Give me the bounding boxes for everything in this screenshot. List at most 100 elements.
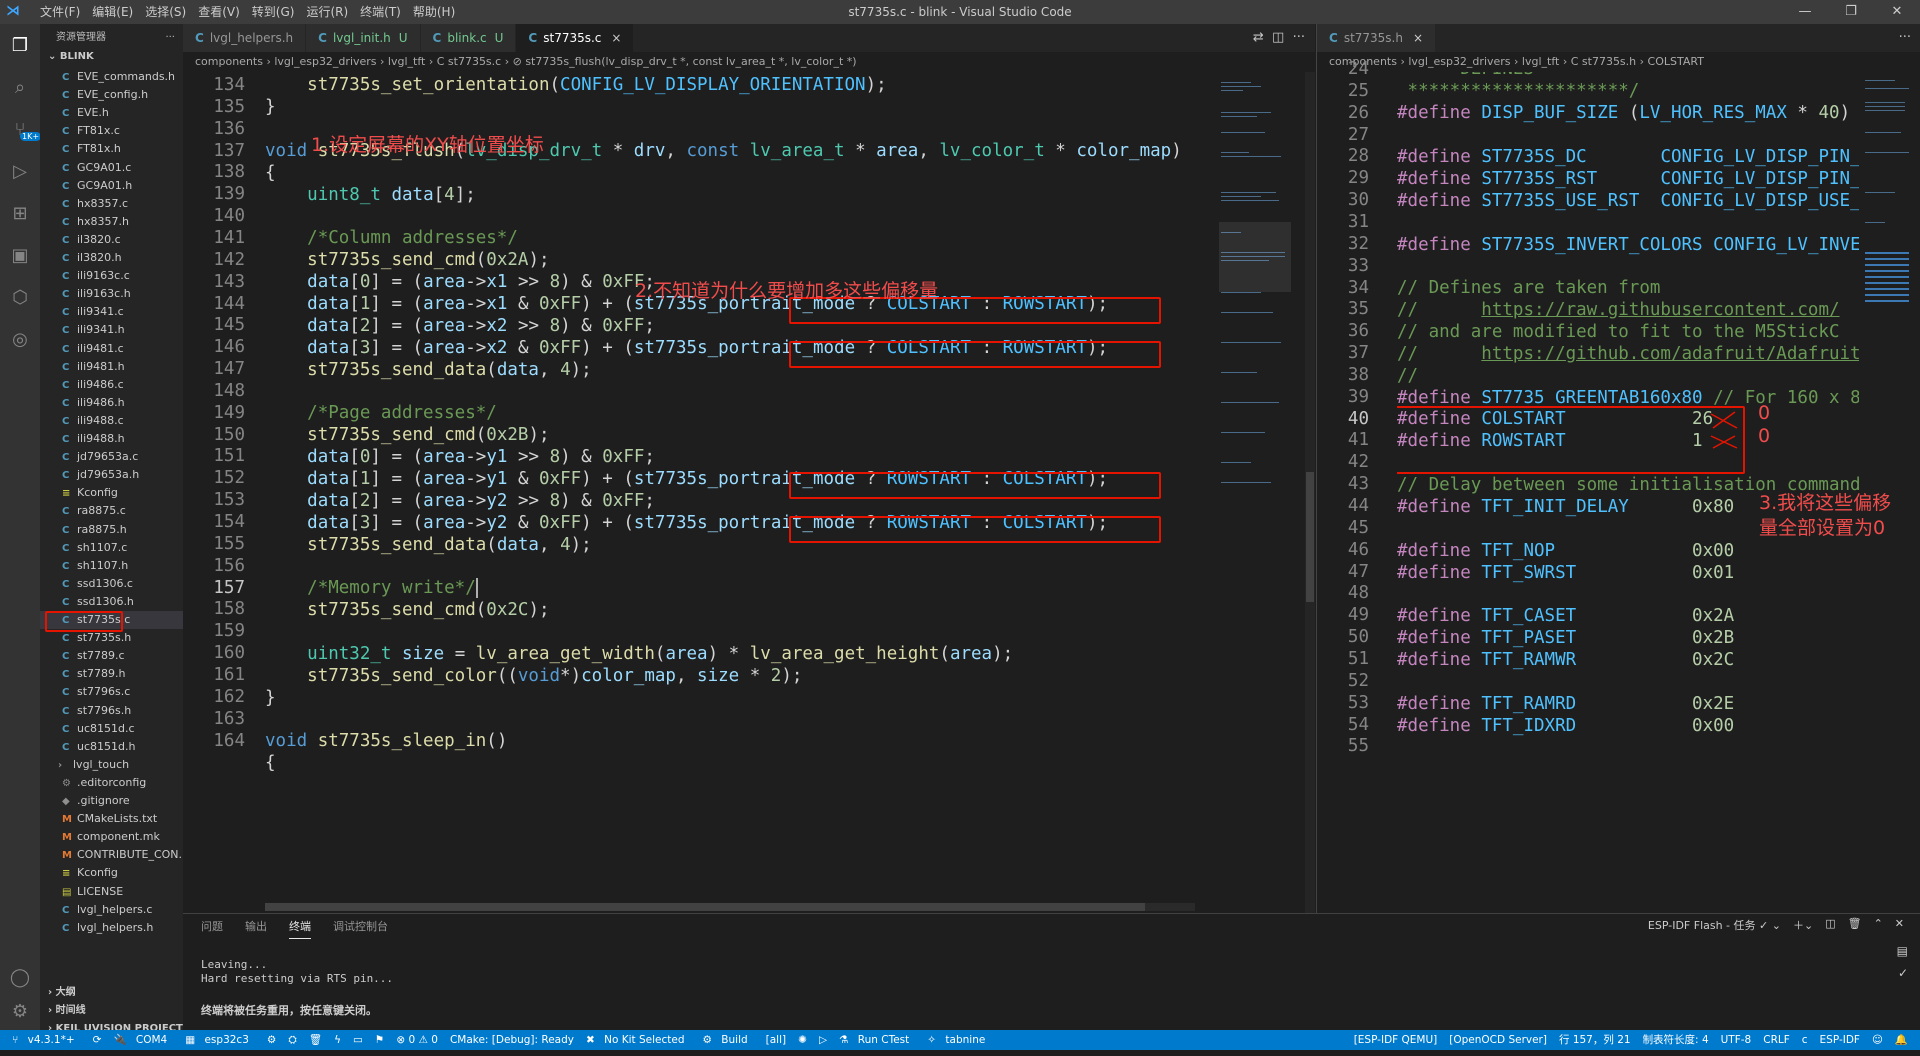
menu-edit[interactable]: 编辑(E) — [86, 0, 139, 24]
sync-icon[interactable]: ⟳ — [93, 1030, 102, 1050]
more-actions-icon[interactable]: ··· — [1899, 30, 1911, 45]
file-item[interactable]: C EVE_commands.h — [40, 68, 205, 86]
open-changes-icon[interactable]: ⇄ — [1253, 30, 1264, 45]
tab-debug-console[interactable]: 调试控制台 — [333, 918, 388, 939]
maximize-panel-icon[interactable]: ⌃ — [1874, 917, 1883, 933]
file-item[interactable]: C GC9A01.h — [40, 177, 205, 195]
file-item[interactable]: Cili9163c.c — [40, 267, 205, 285]
split-terminal-icon[interactable]: ◫ — [1825, 917, 1835, 933]
kit-item[interactable]: ✖ No Kit Selected — [586, 1030, 691, 1050]
file-item[interactable]: Cjd79653a.h — [40, 466, 205, 484]
terminal-select[interactable]: ESP-IDF Flash - 任务 ✓ ⌄ — [1648, 917, 1781, 933]
qemu-item[interactable]: [ESP-IDF QEMU] — [1354, 1030, 1438, 1050]
tab-terminal[interactable]: 终端 — [289, 918, 311, 939]
more-actions-icon[interactable]: ··· — [1293, 30, 1305, 45]
git-branch-item[interactable]: ⑂ v4.3.1*+ — [12, 1030, 81, 1050]
workspace-root[interactable]: ⌄ BLINK — [40, 48, 183, 66]
file-item[interactable]: Mcomponent.mk — [40, 828, 205, 846]
build-target-item[interactable]: [all] — [766, 1030, 786, 1050]
file-item[interactable]: Cuc8151d.h — [40, 738, 205, 756]
file-item[interactable]: Cili9488.c — [40, 412, 205, 430]
close-panel-icon[interactable]: ✕ — [1895, 917, 1904, 933]
scrollbar-thumb[interactable] — [265, 903, 1145, 911]
file-item[interactable]: Cst7789.h — [40, 665, 205, 683]
minimap[interactable] — [1219, 72, 1291, 502]
file-item[interactable]: ≡ Kconfig — [40, 864, 205, 882]
file-item[interactable]: ⚙ .editorconfig — [40, 774, 205, 792]
file-item[interactable]: Cili9341.h — [40, 321, 205, 339]
problems-item[interactable]: ⊗ 0 ⚠ 0 — [396, 1030, 438, 1050]
outline-section[interactable]: › 大纲 — [40, 984, 76, 1002]
file-item[interactable]: Cst7796s.c — [40, 683, 205, 701]
file-item[interactable]: Chx8357.h — [40, 213, 205, 231]
encoding[interactable]: UTF-8 — [1721, 1030, 1752, 1050]
close-icon[interactable]: ✕ — [1874, 0, 1920, 24]
code-area[interactable]: st7735s_set_orientation(CONFIG_LV_DISPLA… — [265, 72, 1195, 913]
file-item[interactable]: Cst7789.c — [40, 647, 205, 665]
file-item[interactable]: Cra8875.c — [40, 502, 205, 520]
menu-run[interactable]: 运行(R) — [300, 0, 354, 24]
monitor-icon[interactable]: ▭ — [353, 1030, 363, 1050]
tab-st7735s-c[interactable]: Cst7735s.c × — [516, 24, 635, 52]
file-item[interactable]: › lvgl_touch — [40, 756, 201, 774]
file-item[interactable]: Cuc8151d.c — [40, 720, 205, 738]
language-mode[interactable]: c — [1802, 1030, 1808, 1050]
file-item[interactable]: Cili9481.c — [40, 340, 205, 358]
file-item[interactable]: Chx8357.c — [40, 195, 205, 213]
remote-explorer-icon[interactable]: ▣ — [8, 244, 32, 268]
split-editor-icon[interactable]: ◫ — [1272, 30, 1284, 45]
terminal-list-icon[interactable]: ▤ — [1897, 944, 1908, 958]
menu-selection[interactable]: 选择(S) — [139, 0, 192, 24]
cmake-status[interactable]: CMake: [Debug]: Ready — [450, 1030, 574, 1050]
tab-output[interactable]: 输出 — [245, 918, 267, 939]
file-item[interactable]: Cili9486.c — [40, 376, 205, 394]
esp-idf-icon[interactable]: ⬡ — [8, 286, 32, 310]
tab-lvgl-helpers-h[interactable]: Clvgl_helpers.h — [183, 24, 307, 52]
account-icon[interactable]: ◯ — [8, 966, 32, 990]
ctest-item[interactable]: ⚗ Run CTest — [839, 1030, 915, 1050]
file-item[interactable]: Clvgl_helpers.c — [40, 901, 205, 919]
openocd-item[interactable]: [OpenOCD Server] — [1449, 1030, 1547, 1050]
tab-lvgl-init-h[interactable]: Clvgl_init.h U — [306, 24, 421, 52]
file-item[interactable]: Cil3820.h — [40, 249, 205, 267]
kill-terminal-icon[interactable]: 🗑 — [1848, 917, 1862, 933]
tabnine-item[interactable]: ✧ tabnine — [927, 1030, 991, 1050]
build-icon[interactable]: ⛭ — [288, 1030, 296, 1050]
esp-idf-item[interactable]: ESP-IDF — [1820, 1030, 1860, 1050]
target-item[interactable]: ▦ esp32c3 — [185, 1030, 255, 1050]
file-item[interactable]: Cssd1306.h — [40, 593, 205, 611]
file-item[interactable]: M CMakeLists.txt — [40, 810, 205, 828]
file-item[interactable]: Cst7796s.h — [40, 702, 205, 720]
search-icon[interactable]: ⌕ — [8, 76, 32, 100]
debug-icon[interactable]: ✺ — [798, 1030, 807, 1050]
file-item[interactable]: Cili9486.h — [40, 394, 205, 412]
wifi-icon[interactable]: ◎ — [8, 328, 32, 352]
settings-gear-icon[interactable]: ⚙ — [8, 1000, 32, 1024]
minimap[interactable] — [1863, 72, 1913, 372]
breadcrumb[interactable]: components › lvgl_esp32_drivers › lvgl_t… — [1317, 52, 1920, 72]
file-item[interactable]: C FT81x.c — [40, 122, 205, 140]
line-ending[interactable]: CRLF — [1763, 1030, 1790, 1050]
cursor-position[interactable]: 行 157，列 21 — [1559, 1030, 1631, 1050]
file-item[interactable]: Cssd1306.c — [40, 575, 205, 593]
close-tab-icon[interactable]: × — [611, 31, 621, 45]
tab-size[interactable]: 制表符长度: 4 — [1643, 1030, 1709, 1050]
file-item[interactable]: Cili9488.h — [40, 430, 205, 448]
tab-st7735s-h[interactable]: Cst7735s.h × — [1317, 24, 1437, 52]
file-item[interactable]: Cili9341.c — [40, 303, 205, 321]
menu-file[interactable]: 文件(F) — [34, 0, 86, 24]
file-item[interactable]: ▤ LICENSE — [40, 883, 205, 901]
menu-help[interactable]: 帮助(H) — [407, 0, 461, 24]
flash-icon[interactable]: ϟ — [334, 1030, 341, 1050]
file-item[interactable]: Cili9481.h — [40, 358, 205, 376]
file-item[interactable]: ≡ Kconfig — [40, 484, 205, 502]
terminal-task-check-icon[interactable]: ✓ — [1898, 966, 1908, 980]
file-item[interactable]: Cra8875.h — [40, 521, 205, 539]
file-item[interactable]: Cili9163c.h — [40, 285, 205, 303]
run-debug-icon[interactable]: ▷ — [8, 160, 32, 184]
file-item[interactable]: Cjd79653a.c — [40, 448, 205, 466]
extensions-icon[interactable]: ⊞ — [8, 202, 32, 226]
menu-terminal[interactable]: 终端(T) — [354, 0, 407, 24]
menu-go[interactable]: 转到(G) — [246, 0, 301, 24]
file-item[interactable]: Cil3820.c — [40, 231, 205, 249]
